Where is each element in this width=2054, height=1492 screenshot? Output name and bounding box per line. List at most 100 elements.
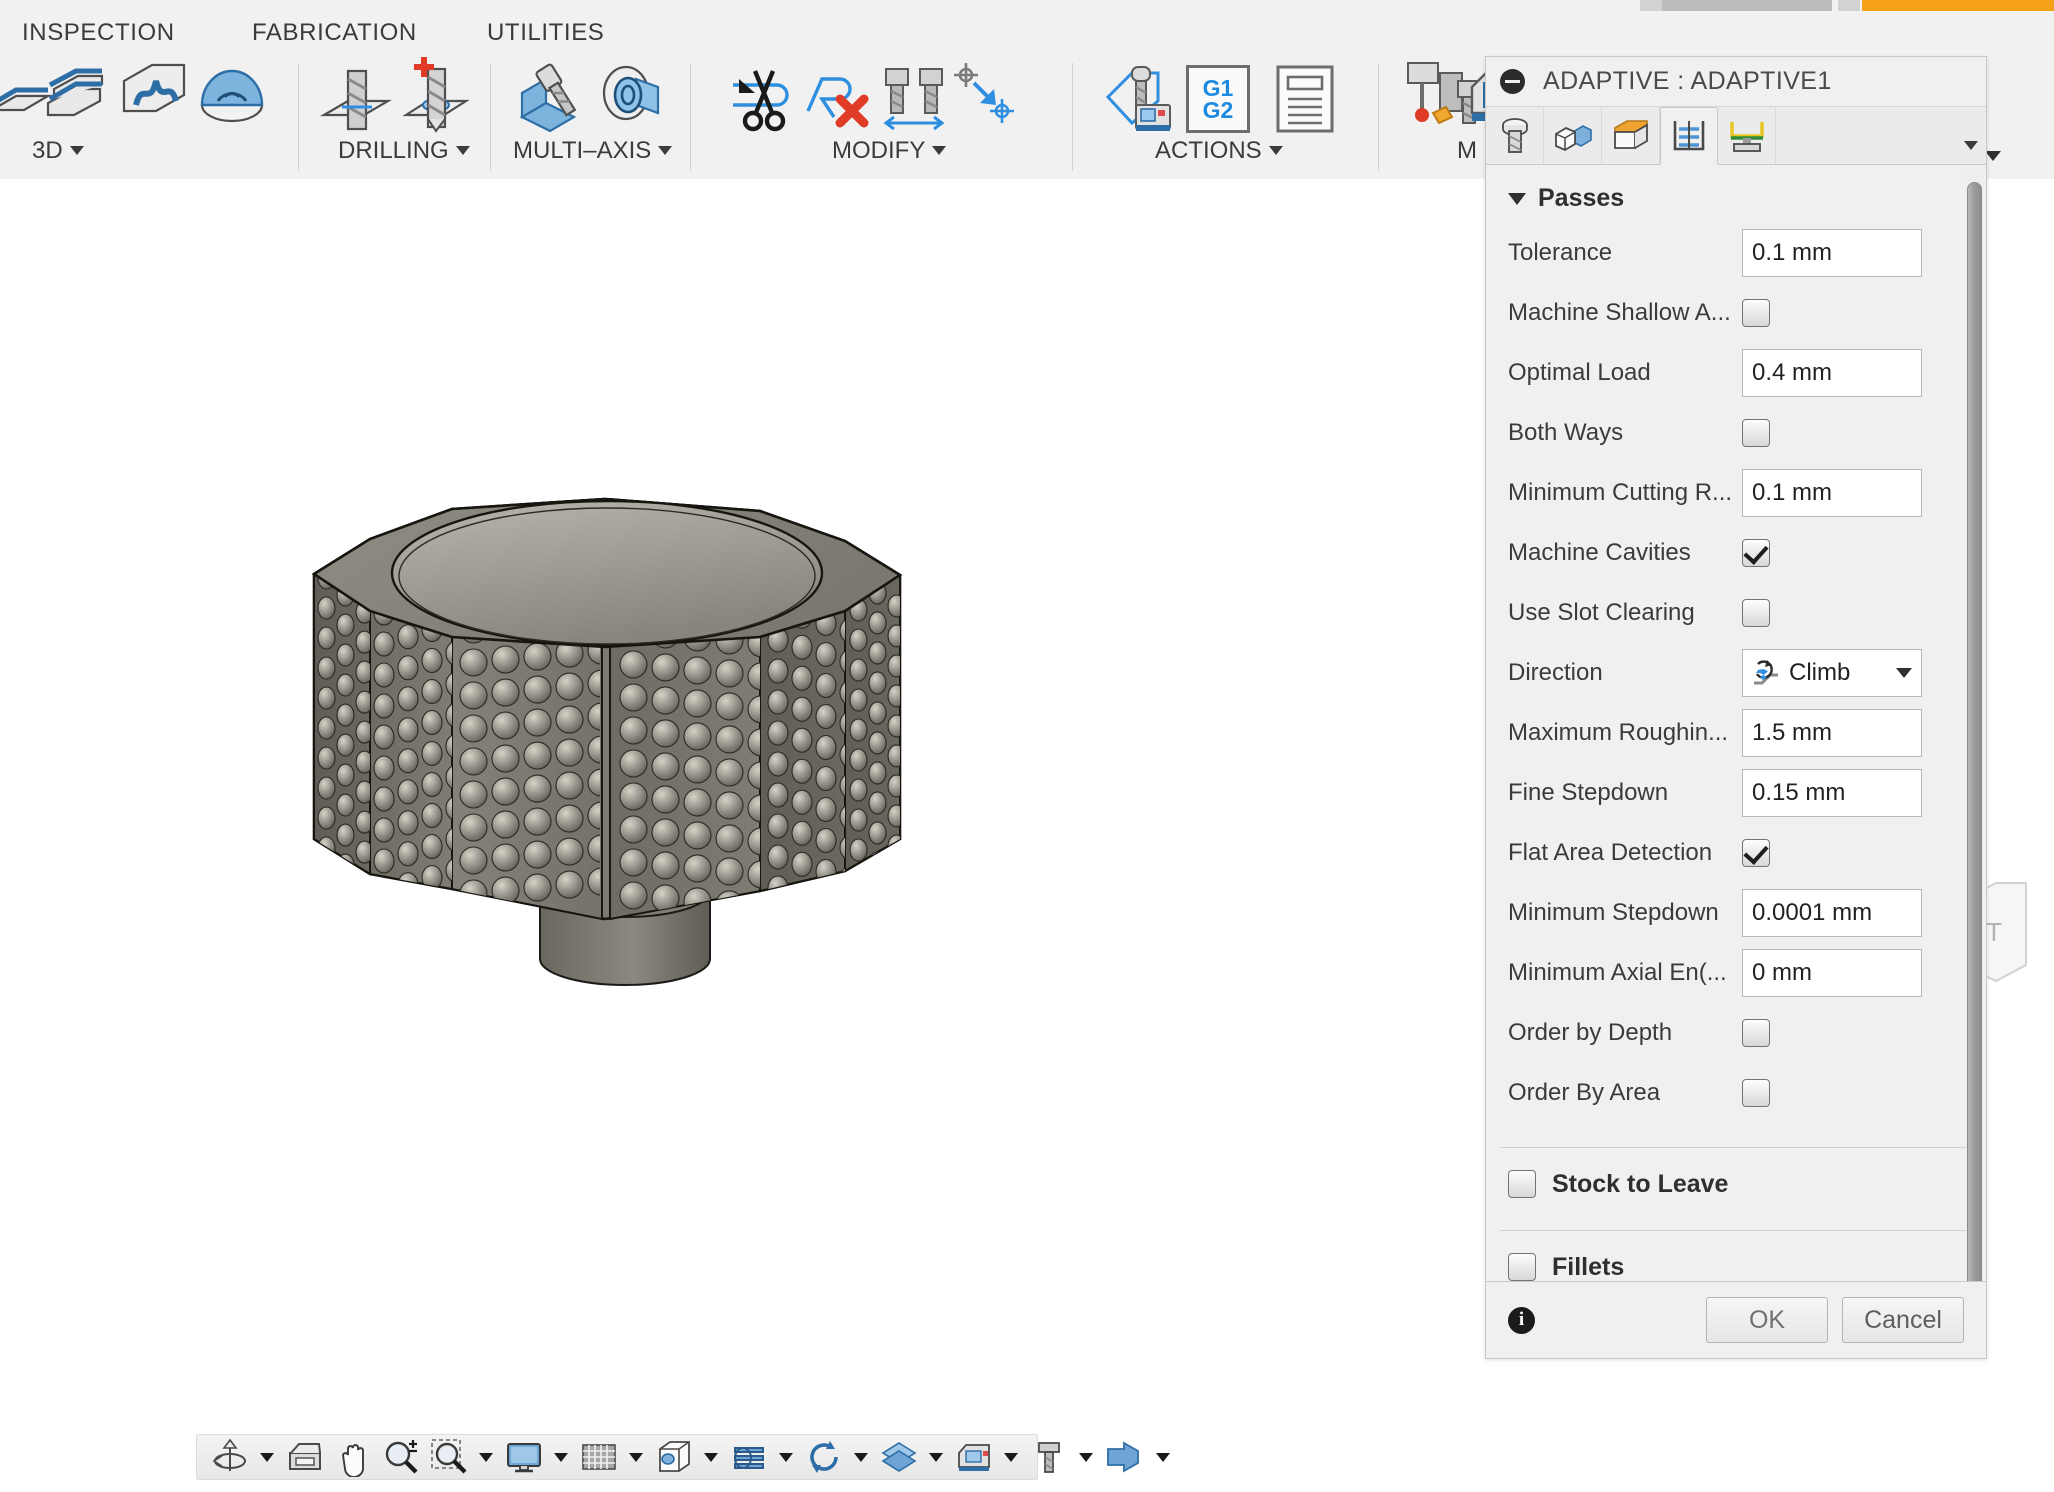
drill-icon[interactable]	[318, 63, 398, 137]
grid-snap-icon	[582, 1444, 616, 1470]
machine-view-button[interactable]	[951, 1437, 997, 1477]
checkbox-both-ways[interactable]	[1742, 419, 1770, 447]
ribbon-panel-3d[interactable]: 3D	[32, 137, 84, 165]
label-tolerance: Tolerance	[1508, 239, 1613, 266]
orbit-dropdown-caret-icon[interactable]	[260, 1452, 274, 1462]
refresh-button[interactable]	[801, 1437, 847, 1477]
tab-linking[interactable]	[1718, 107, 1776, 164]
checkbox-use-slot-clearing[interactable]	[1742, 599, 1770, 627]
stock-view-button[interactable]	[1101, 1437, 1149, 1477]
checkbox-machine-cavities[interactable]	[1742, 539, 1770, 567]
chevron-down-icon	[455, 146, 470, 155]
dialog-title-bar[interactable]: ADAPTIVE : ADAPTIVE1	[1486, 57, 1986, 107]
cancel-button[interactable]: Cancel	[1842, 1297, 1964, 1343]
refresh-dropdown-caret-icon[interactable]	[854, 1452, 868, 1462]
input-minimum-axial-engagement[interactable]: 0 mm	[1742, 949, 1922, 997]
3d-pocket-clearing-icon[interactable]	[40, 59, 114, 133]
viewports-dropdown-caret-icon[interactable]	[704, 1452, 718, 1462]
appearance-icon	[881, 1442, 917, 1472]
input-minimum-stepdown[interactable]: 0.0001 mm	[1742, 889, 1922, 937]
tab-tool[interactable]	[1486, 107, 1544, 164]
dialog-tab-bar[interactable]	[1486, 107, 1986, 165]
zoom-window-button[interactable]	[426, 1437, 472, 1477]
tab-geometry[interactable]	[1544, 107, 1602, 164]
select-direction[interactable]: Climb	[1742, 649, 1922, 697]
post-process-icon[interactable]: G1 G2	[1186, 65, 1250, 133]
drill-add-icon[interactable]	[398, 53, 480, 139]
checkbox-order-by-area[interactable]	[1742, 1079, 1770, 1107]
tool-view-button[interactable]	[1026, 1437, 1072, 1477]
input-minimum-cutting-radius[interactable]: 0.1 mm	[1742, 469, 1922, 517]
ribbon-tab-utilities[interactable]: UTILITIES	[487, 19, 604, 47]
transform-icon[interactable]	[948, 59, 1020, 131]
ribbon-panel-m[interactable]: M	[1457, 137, 1477, 165]
checkbox-machine-shallow-areas[interactable]	[1742, 299, 1770, 327]
info-icon[interactable]: i	[1508, 1306, 1535, 1334]
3d-scallop-icon[interactable]	[196, 61, 268, 133]
ribbon-panel-multiaxis[interactable]: MULTI–AXIS	[513, 137, 673, 165]
input-optimal-load[interactable]: 0.4 mm	[1742, 349, 1922, 397]
ribbon-panel-modify[interactable]: MODIFY	[832, 137, 947, 165]
section-stock-to-leave[interactable]: Stock to Leave	[1486, 1148, 1986, 1220]
zoom-window-dropdown-caret-icon[interactable]	[479, 1452, 493, 1462]
label-optimal-load: Optimal Load	[1508, 359, 1651, 386]
simulate-icon[interactable]	[1098, 61, 1176, 137]
ribbon-panel-actions[interactable]: ACTIONS	[1155, 137, 1283, 165]
checkbox-stock-to-leave[interactable]	[1508, 1170, 1536, 1198]
collapse-icon[interactable]	[1500, 69, 1525, 94]
display-settings-dropdown-caret-icon[interactable]	[554, 1452, 568, 1462]
tool-compare-icon[interactable]	[878, 59, 950, 135]
multiaxis-swarf-icon[interactable]	[512, 59, 594, 139]
ribbon-panel-drilling[interactable]: DRILLING	[338, 137, 470, 165]
checkbox-flat-area-detection[interactable]	[1742, 839, 1770, 867]
ribbon-tab-bar: INSPECTION FABRICATION UTILITIES	[0, 11, 2054, 53]
layers-button[interactable]	[726, 1437, 772, 1477]
orbit-button[interactable]	[207, 1437, 253, 1477]
pan-button[interactable]	[330, 1437, 376, 1477]
dialog-tab-overflow[interactable]	[1776, 107, 1986, 164]
tab-passes[interactable]	[1660, 107, 1718, 165]
grid-snap-button[interactable]	[576, 1437, 622, 1477]
delete-toolpath-icon[interactable]	[800, 63, 880, 135]
checkbox-order-by-depth[interactable]	[1742, 1019, 1770, 1047]
tab-heights[interactable]	[1602, 107, 1660, 164]
layers-dropdown-caret-icon[interactable]	[779, 1452, 793, 1462]
dialog-title: ADAPTIVE : ADAPTIVE1	[1543, 67, 1832, 95]
3d-parallel-icon[interactable]	[116, 57, 192, 133]
grid-snap-dropdown-caret-icon[interactable]	[629, 1452, 643, 1462]
viewports-button[interactable]	[651, 1437, 697, 1477]
adaptive-dialog[interactable]: ADAPTIVE : ADAPTIVE1 Passes Tolerance 0.…	[1485, 56, 1987, 1359]
ribbon-tab-inspection[interactable]: INSPECTION	[22, 19, 175, 47]
machine-view-dropdown-caret-icon[interactable]	[1004, 1452, 1018, 1462]
chevron-down-icon[interactable]	[1964, 141, 1978, 150]
appearance-dropdown-caret-icon[interactable]	[929, 1452, 943, 1462]
ribbon-tab-fabrication[interactable]: FABRICATION	[252, 19, 417, 47]
trim-toolpath-icon[interactable]	[725, 63, 801, 135]
input-maximum-roughing-stepdown[interactable]: 1.5 mm	[1742, 709, 1922, 757]
ribbon-overflow-caret-icon[interactable]	[1985, 151, 2001, 161]
model-knurled-knob[interactable]	[300, 399, 950, 1079]
input-fine-stepdown[interactable]: 0.15 mm	[1742, 769, 1922, 817]
appearance-button[interactable]	[876, 1437, 922, 1477]
ok-button[interactable]: OK	[1706, 1297, 1828, 1343]
label-order-by-depth: Order by Depth	[1508, 1019, 1673, 1046]
ribbon-panel-modify-label: MODIFY	[832, 137, 926, 164]
tool-view-dropdown-caret-icon[interactable]	[1079, 1452, 1093, 1462]
passes-group-header[interactable]: Passes	[1486, 166, 1986, 223]
label-minimum-stepdown: Minimum Stepdown	[1508, 899, 1719, 926]
ribbon-sep-3	[690, 63, 691, 171]
input-tolerance[interactable]: 0.1 mm	[1742, 229, 1922, 277]
label-minimum-axial-engagement: Minimum Axial En(...	[1508, 959, 1727, 986]
dialog-footer: i OK Cancel	[1486, 1281, 1986, 1358]
layers-icon	[734, 1447, 764, 1469]
stock-view-dropdown-caret-icon[interactable]	[1156, 1452, 1170, 1462]
look-at-button[interactable]	[282, 1437, 328, 1477]
checkbox-fillets[interactable]	[1508, 1253, 1536, 1281]
setup-sheet-icon[interactable]	[1274, 65, 1336, 135]
multiaxis-contour-icon[interactable]	[596, 59, 672, 137]
select-direction-value: Climb	[1789, 659, 1851, 686]
zoom-button[interactable]	[378, 1437, 424, 1477]
display-settings-button[interactable]	[501, 1437, 547, 1477]
tab-strip-active-tab[interactable]	[1862, 0, 2054, 11]
section-fillets[interactable]: Fillets	[1486, 1231, 1986, 1281]
